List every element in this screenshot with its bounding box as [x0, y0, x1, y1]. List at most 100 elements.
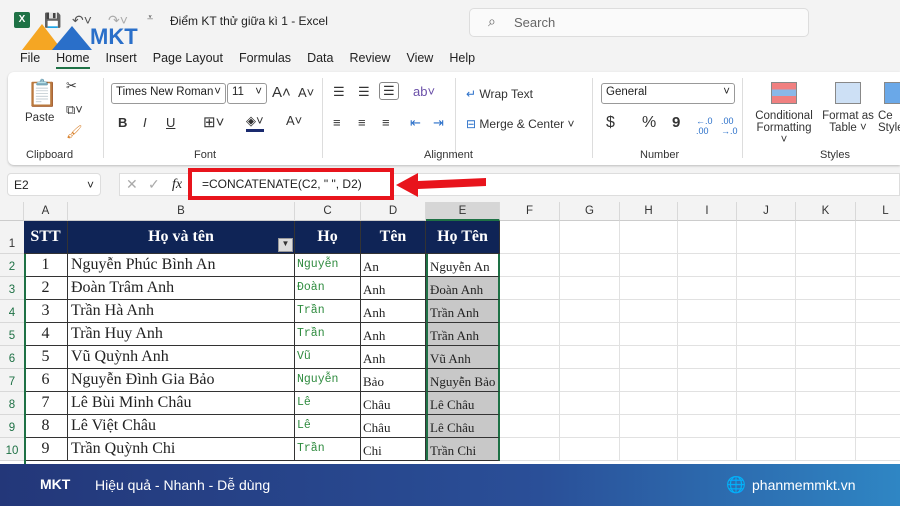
cell-ten[interactable]: An: [361, 254, 426, 277]
align-bottom-icon[interactable]: ☰: [379, 82, 399, 100]
grid-cell[interactable]: [678, 369, 737, 392]
grid-cell[interactable]: [500, 277, 560, 300]
cell-ho[interactable]: Trần: [295, 300, 361, 323]
cell-ho[interactable]: Vũ: [295, 346, 361, 369]
grid-cell[interactable]: [500, 254, 560, 277]
select-all-corner[interactable]: [0, 202, 24, 221]
column-header-E[interactable]: E: [426, 202, 500, 221]
cell-styles-button[interactable]: CeStyle: [878, 110, 900, 134]
cell-ten[interactable]: Châu: [361, 392, 426, 415]
decrease-decimal-icon[interactable]: .00 →.0: [721, 116, 738, 136]
percent-button[interactable]: %: [642, 114, 656, 132]
grid-cell[interactable]: [620, 300, 678, 323]
column-header-C[interactable]: C: [295, 202, 361, 221]
align-left-icon[interactable]: ≡: [333, 115, 341, 130]
grid-cell[interactable]: [620, 415, 678, 438]
column-header-A[interactable]: A: [24, 202, 68, 221]
row-header-4[interactable]: 4: [0, 300, 24, 323]
cancel-icon[interactable]: ✕: [126, 176, 138, 193]
cell-stt[interactable]: 1: [24, 254, 68, 277]
font-size-select[interactable]: 11 ˅: [227, 83, 267, 104]
grid-cell[interactable]: [620, 438, 678, 461]
grid-cell[interactable]: [737, 438, 796, 461]
tab-page-layout[interactable]: Page Layout: [153, 51, 223, 69]
footer-website[interactable]: phanmemmkt.vn: [752, 477, 855, 493]
grid-cell[interactable]: [796, 346, 856, 369]
borders-icon[interactable]: ⊞˅: [203, 113, 224, 131]
grid-cell[interactable]: [796, 369, 856, 392]
grid-cell[interactable]: [737, 346, 796, 369]
row-header-6[interactable]: 6: [0, 346, 24, 369]
row-header-1[interactable]: 1: [0, 221, 24, 254]
cell-ho-ten[interactable]: Lê Châu: [426, 415, 500, 438]
conditional-formatting-button[interactable]: Conditional Formatting ˅: [753, 110, 815, 146]
grid-cell[interactable]: [500, 346, 560, 369]
increase-decimal-icon[interactable]: ←.0.00: [696, 116, 713, 136]
grid-cell[interactable]: [560, 300, 620, 323]
tab-help[interactable]: Help: [449, 51, 475, 69]
tab-view[interactable]: View: [406, 51, 433, 69]
row-header-9[interactable]: 9: [0, 415, 24, 438]
grid-cell[interactable]: [796, 415, 856, 438]
row-header-7[interactable]: 7: [0, 369, 24, 392]
grid-cell[interactable]: [856, 392, 900, 415]
paste-button[interactable]: Paste: [25, 112, 54, 124]
filter-dropdown-button[interactable]: ▼: [278, 238, 293, 252]
grid-cell[interactable]: [560, 277, 620, 300]
cell-full-name[interactable]: Trần Quỳnh Chi: [68, 438, 295, 461]
grid-cell[interactable]: [796, 323, 856, 346]
copy-icon[interactable]: ⧉˅: [66, 102, 83, 118]
italic-button[interactable]: I: [143, 115, 147, 130]
cell-ho[interactable]: Đoàn: [295, 277, 361, 300]
decrease-indent-icon[interactable]: ⇤: [410, 115, 421, 131]
tab-home[interactable]: Home: [56, 51, 90, 69]
insert-function-icon[interactable]: fx: [172, 177, 182, 193]
grid-cell[interactable]: [678, 323, 737, 346]
align-top-icon[interactable]: ☰: [333, 84, 345, 100]
cell-ho-ten[interactable]: Trần Chi: [426, 438, 500, 461]
cell-ho[interactable]: Lê: [295, 392, 361, 415]
column-header-K[interactable]: K: [796, 202, 856, 221]
cell-ho[interactable]: Lê: [295, 415, 361, 438]
tab-formulas[interactable]: Formulas: [239, 51, 291, 69]
grid-cell[interactable]: [560, 415, 620, 438]
grid-cell[interactable]: [560, 221, 620, 254]
grid-cell[interactable]: [856, 346, 900, 369]
cell-stt[interactable]: 6: [24, 369, 68, 392]
cell-full-name[interactable]: Đoàn Trâm Anh: [68, 277, 295, 300]
cell-ten[interactable]: Anh: [361, 323, 426, 346]
grid-cell[interactable]: [856, 369, 900, 392]
currency-button[interactable]: $: [606, 114, 615, 132]
cell-stt[interactable]: 7: [24, 392, 68, 415]
column-header-F[interactable]: F: [500, 202, 560, 221]
grid-cell[interactable]: [620, 221, 678, 254]
row-header-2[interactable]: 2: [0, 254, 24, 277]
paste-icon[interactable]: 📋: [26, 78, 58, 109]
grid-cell[interactable]: [500, 221, 560, 254]
grid-cell[interactable]: [796, 300, 856, 323]
grid-cell[interactable]: [737, 415, 796, 438]
grid-cell[interactable]: [737, 300, 796, 323]
align-right-icon[interactable]: ≡: [382, 115, 390, 130]
cell-ten[interactable]: Bảo: [361, 369, 426, 392]
cell-ho-ten[interactable]: Vũ Anh: [426, 346, 500, 369]
grid-cell[interactable]: [796, 277, 856, 300]
cell-ho-ten[interactable]: Trần Anh: [426, 300, 500, 323]
column-header-J[interactable]: J: [737, 202, 796, 221]
grid-cell[interactable]: [737, 277, 796, 300]
cell-stt[interactable]: 9: [24, 438, 68, 461]
cell-full-name[interactable]: Nguyễn Phúc Bình An: [68, 254, 295, 277]
cell-ho[interactable]: Nguyễn: [295, 254, 361, 277]
orientation-icon[interactable]: ab˅: [413, 84, 435, 99]
increase-font-icon[interactable]: A˄: [272, 84, 291, 101]
comma-button[interactable]: 9: [672, 114, 680, 131]
grid-cell[interactable]: [856, 323, 900, 346]
cell-stt[interactable]: 2: [24, 277, 68, 300]
wrap-text-button[interactable]: ↵ Wrap Text: [466, 87, 533, 101]
cell-ten[interactable]: Anh: [361, 300, 426, 323]
cell-ten[interactable]: Châu: [361, 415, 426, 438]
grid-cell[interactable]: [856, 415, 900, 438]
grid-cell[interactable]: [796, 392, 856, 415]
grid-cell[interactable]: [737, 392, 796, 415]
grid-cell[interactable]: [500, 392, 560, 415]
